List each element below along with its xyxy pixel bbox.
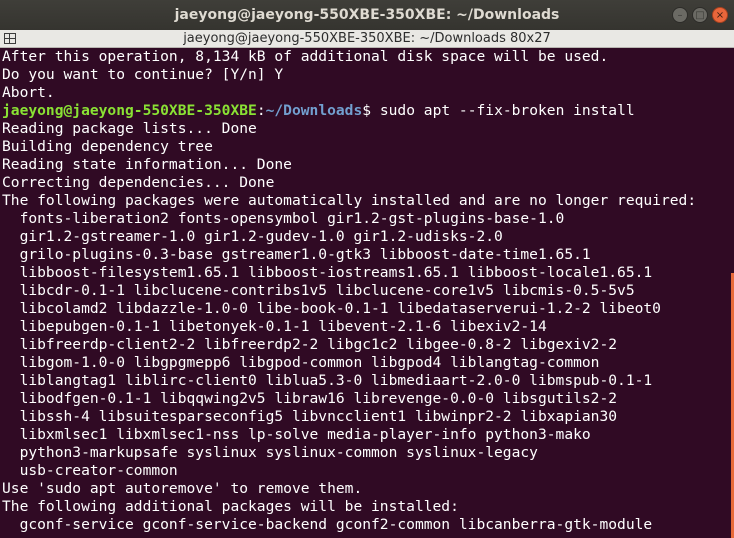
output-line: The following packages were automaticall… — [2, 192, 697, 209]
prompt-line: jaeyong@jaeyong-550XBE-350XBE:~/Download… — [2, 102, 635, 120]
output-line: grilo-plugins-0.3-base gstreamer1.0-gtk3… — [2, 246, 591, 263]
output-line: libxmlsec1 libxmlsec1-nss lp-solve media… — [2, 426, 591, 443]
maximize-button[interactable]: □ — [692, 7, 708, 23]
output-line: libcdr-0.1-1 libclucene-contribs1v5 libc… — [2, 282, 635, 299]
output-line: libboost-filesystem1.65.1 libboost-iostr… — [2, 264, 653, 281]
output-line: libodfgen-0.1-1 libqqwing2v5 libraw16 li… — [2, 390, 618, 407]
minimize-button[interactable]: – — [672, 7, 688, 23]
tab-bar: jaeyong@jaeyong-550XBE-350XBE: ~/Downloa… — [0, 30, 734, 48]
output-line: After this operation, 8,134 kB of additi… — [2, 48, 609, 65]
output-line: usb-creator-common — [2, 462, 178, 479]
terminal-window: jaeyong@jaeyong-550XBE-350XBE: ~/Downloa… — [0, 0, 734, 538]
prompt-path: ~/Downloads — [265, 102, 363, 119]
output-line: libfreerdp-client2-2 libfreerdp2-2 libgc… — [2, 336, 618, 353]
output-line: Correcting dependencies... Done — [2, 174, 275, 191]
tab-title: jaeyong@jaeyong-550XBE-350XBE: ~/Downloa… — [183, 31, 551, 46]
title-bar[interactable]: jaeyong@jaeyong-550XBE-350XBE: ~/Downloa… — [0, 0, 734, 30]
window-title: jaeyong@jaeyong-550XBE-350XBE: ~/Downloa… — [174, 7, 560, 23]
close-button[interactable]: × — [712, 7, 728, 23]
output-line: libepubgen-0.1-1 libetonyek-0.1-1 libeve… — [2, 318, 547, 335]
terminal-output[interactable]: After this operation, 8,134 kB of additi… — [0, 48, 734, 538]
output-line: gconf-service gconf-service-backend gcon… — [2, 516, 653, 533]
output-line: Use 'sudo apt autoremove' to remove them… — [2, 480, 363, 497]
output-line: Reading state information... Done — [2, 156, 292, 173]
output-line: python3-markupsafe syslinux syslinux-com… — [2, 444, 538, 461]
output-line: Abort. — [2, 84, 55, 101]
output-line: libcolamd2 libdazzle-1.0-0 libe-book-0.1… — [2, 300, 661, 317]
prompt-symbol: $ — [362, 102, 372, 119]
output-line: liblangtag1 liblirc-client0 liblua5.3-0 … — [2, 372, 653, 389]
output-line: The following additional packages will b… — [2, 498, 459, 515]
output-line: fonts-liberation2 fonts-opensymbol gir1.… — [2, 210, 565, 227]
output-line: libssh-4 libsuitesparseconfig5 libvnccli… — [2, 408, 618, 425]
output-line: Reading package lists... Done — [2, 120, 257, 137]
prompt-user-host: jaeyong@jaeyong-550XBE-350XBE — [2, 102, 257, 119]
output-line: Do you want to continue? [Y/n] Y — [2, 66, 284, 83]
prompt-command: sudo apt --fix-broken install — [371, 102, 635, 119]
output-line: libgom-1.0-0 libgpgmepp6 libgpod-common … — [2, 354, 600, 371]
output-line: Building dependency tree — [2, 138, 213, 155]
prompt-separator: : — [256, 102, 266, 119]
output-line: gir1.2-gstreamer-1.0 gir1.2-gudev-1.0 gi… — [2, 228, 503, 245]
